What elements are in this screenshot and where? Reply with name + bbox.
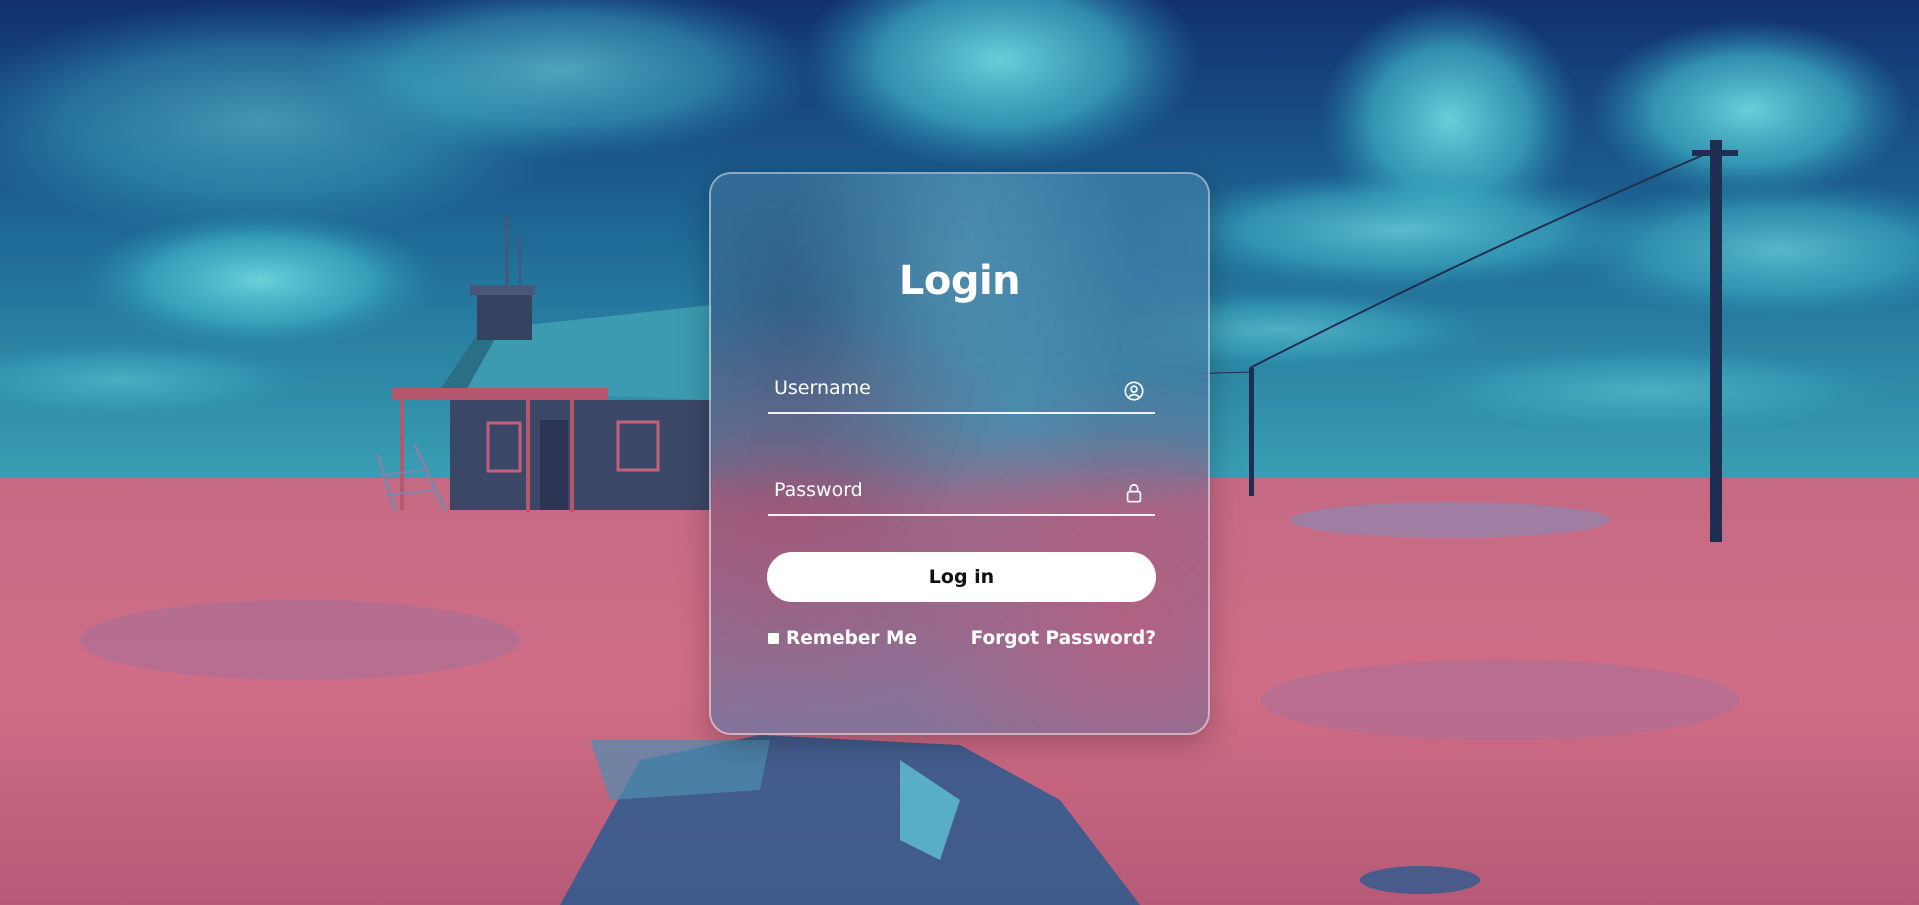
password-field	[768, 468, 1155, 516]
username-field	[768, 366, 1155, 414]
lock-icon	[1126, 483, 1142, 503]
login-page: Login Log in Remeber Me Forgot Password?	[0, 0, 1919, 905]
login-form-card: Login Log in Remeber Me Forgot Password?	[709, 172, 1210, 735]
username-input[interactable]	[768, 366, 1114, 410]
remember-me-label: Remeber Me	[786, 628, 917, 649]
password-input[interactable]	[768, 468, 1114, 512]
login-extras-row: Remeber Me Forgot Password?	[767, 628, 1156, 654]
user-circle-icon	[1124, 381, 1144, 401]
remember-me-checkbox[interactable]	[767, 632, 780, 645]
forgot-password-link[interactable]: Forgot Password?	[971, 628, 1156, 649]
login-button[interactable]: Log in	[767, 552, 1156, 602]
login-title: Login	[898, 258, 1021, 304]
remember-me-control[interactable]: Remeber Me	[767, 628, 917, 649]
